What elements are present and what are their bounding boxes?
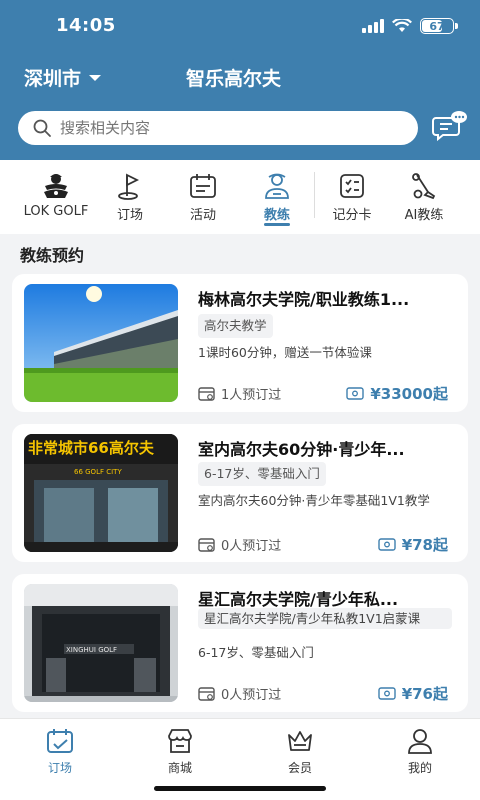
coach-card-image: 非常城市66高尔夫 66 GOLF CITY xyxy=(24,434,178,552)
golfer-icon xyxy=(44,174,68,198)
coach-card-title: 室内高尔夫60分钟·青少年... xyxy=(198,440,405,459)
coach-card[interactable]: XINGHUI GOLF 星汇高尔夫学院/青少年私... 星汇高尔夫学院/青少年… xyxy=(12,574,468,712)
coach-card-booked: 0人预订过 xyxy=(198,535,281,554)
tab-label: 会员 xyxy=(287,761,312,775)
nav-divider xyxy=(314,172,315,218)
tab-label: 订场 xyxy=(47,761,72,775)
home-indicator xyxy=(154,786,326,791)
search-bar[interactable] xyxy=(18,111,418,145)
calendar-check-icon xyxy=(47,729,73,753)
app-title: 智乐高尔夫 xyxy=(186,68,282,90)
status-time: 14:05 xyxy=(56,15,116,36)
coach-card-image xyxy=(24,284,178,402)
coach-card-title: 星汇高尔夫学院/青少年私... xyxy=(198,590,399,609)
search-input[interactable] xyxy=(60,119,380,137)
coach-card-tag: 星汇高尔夫学院/青少年私教1V1启蒙课 xyxy=(198,608,452,629)
tab-profile[interactable]: 我的 xyxy=(380,727,460,776)
battery-level: 67 xyxy=(429,19,445,33)
booking-icon xyxy=(198,687,215,701)
price-value: ¥33000起 xyxy=(370,385,448,403)
message-icon[interactable] xyxy=(432,110,468,142)
city-selector[interactable]: 深圳市 xyxy=(24,64,102,91)
signal-icon xyxy=(362,19,384,33)
chevron-down-icon xyxy=(89,74,102,81)
ticket-icon xyxy=(377,687,396,700)
store-sign: XINGHUI GOLF xyxy=(66,646,117,654)
tab-label: 我的 xyxy=(407,761,432,775)
nav-item-events[interactable]: 活动 xyxy=(180,160,226,234)
booking-icon xyxy=(198,387,215,401)
city-label: 深圳市 xyxy=(24,68,82,90)
coach-card-desc: 1课时60分钟，赠送一节体验课 xyxy=(198,345,372,360)
coach-card-image: XINGHUI GOLF xyxy=(24,584,178,702)
tab-member[interactable]: 会员 xyxy=(260,727,340,776)
booked-count: 0人预订过 xyxy=(221,688,282,703)
flag-icon xyxy=(118,173,140,200)
coach-card[interactable]: 梅林高尔夫学院/职业教练1... 高尔夫教学 1课时60分钟，赠送一节体验课 1… xyxy=(12,274,468,412)
store-icon xyxy=(168,729,192,753)
user-icon xyxy=(408,729,432,754)
store-sign: 非常城市66高尔夫 xyxy=(28,439,155,457)
nav-label: 教练 xyxy=(263,208,290,223)
status-icons: 67 xyxy=(362,18,458,34)
nav-label: 记分卡 xyxy=(332,208,372,223)
nav-label: AI教练 xyxy=(404,208,444,223)
nav-label: LOK GOLF xyxy=(23,204,89,219)
store-sign-sub: 66 GOLF CITY xyxy=(74,468,122,476)
coach-card-title: 梅林高尔夫学院/职业教练1... xyxy=(198,290,410,309)
nav-label: 订场 xyxy=(116,208,143,223)
nav-item-ai-coach[interactable]: AI教练 xyxy=(394,160,454,234)
calendar-icon xyxy=(190,174,216,198)
coach-card-tag: 6-17岁、零基础入门 xyxy=(198,462,326,486)
coach-card-price: ¥78起 xyxy=(377,534,448,555)
search-icon xyxy=(33,119,51,137)
battery-icon: 67 xyxy=(420,18,458,34)
nav-item-lok-golf[interactable]: LOK GOLF xyxy=(0,160,112,234)
ticket-icon xyxy=(346,387,365,400)
wifi-icon xyxy=(392,19,412,32)
nav-item-scorecard[interactable]: 记分卡 xyxy=(322,160,382,234)
booked-count: 1人预订过 xyxy=(221,388,282,403)
scorecard-icon xyxy=(340,174,364,198)
booking-icon xyxy=(198,538,215,552)
coach-card-desc: 6-17岁、零基础入门 xyxy=(198,645,314,660)
coach-card-booked: 0人预订过 xyxy=(198,684,281,703)
coach-card-booked: 1人预订过 xyxy=(198,384,281,403)
coach-card-tag: 高尔夫教学 xyxy=(198,314,273,338)
crown-icon xyxy=(288,731,312,751)
header: 14:05 67 深圳市 智乐高尔夫 xyxy=(0,0,480,160)
coach-card-price: ¥76起 xyxy=(377,683,448,704)
category-nav: LOK GOLF 订场 活动 教练 记分卡 AI教练 xyxy=(0,160,480,234)
tab-store[interactable]: 商城 xyxy=(140,727,220,776)
ticket-icon xyxy=(377,538,396,551)
golf-club-icon xyxy=(412,173,436,200)
coach-card-desc: 室内高尔夫60分钟·青少年零基础1V1教学 xyxy=(198,493,430,508)
price-value: ¥78起 xyxy=(401,536,448,554)
tab-label: 商城 xyxy=(167,761,192,775)
nav-label: 活动 xyxy=(189,208,216,223)
coach-card[interactable]: 非常城市66高尔夫 66 GOLF CITY 室内高尔夫60分钟·青少年... … xyxy=(12,424,468,562)
price-value: ¥76起 xyxy=(401,685,448,703)
status-bar: 14:05 67 xyxy=(0,0,480,54)
coach-icon xyxy=(265,173,289,199)
nav-item-booking[interactable]: 订场 xyxy=(110,160,150,234)
booked-count: 0人预订过 xyxy=(221,539,282,554)
coach-card-price: ¥33000起 xyxy=(346,383,448,404)
nav-item-coach[interactable]: 教练 xyxy=(254,160,300,234)
section-title: 教练预约 xyxy=(20,246,85,265)
tab-booking[interactable]: 订场 xyxy=(20,727,100,776)
